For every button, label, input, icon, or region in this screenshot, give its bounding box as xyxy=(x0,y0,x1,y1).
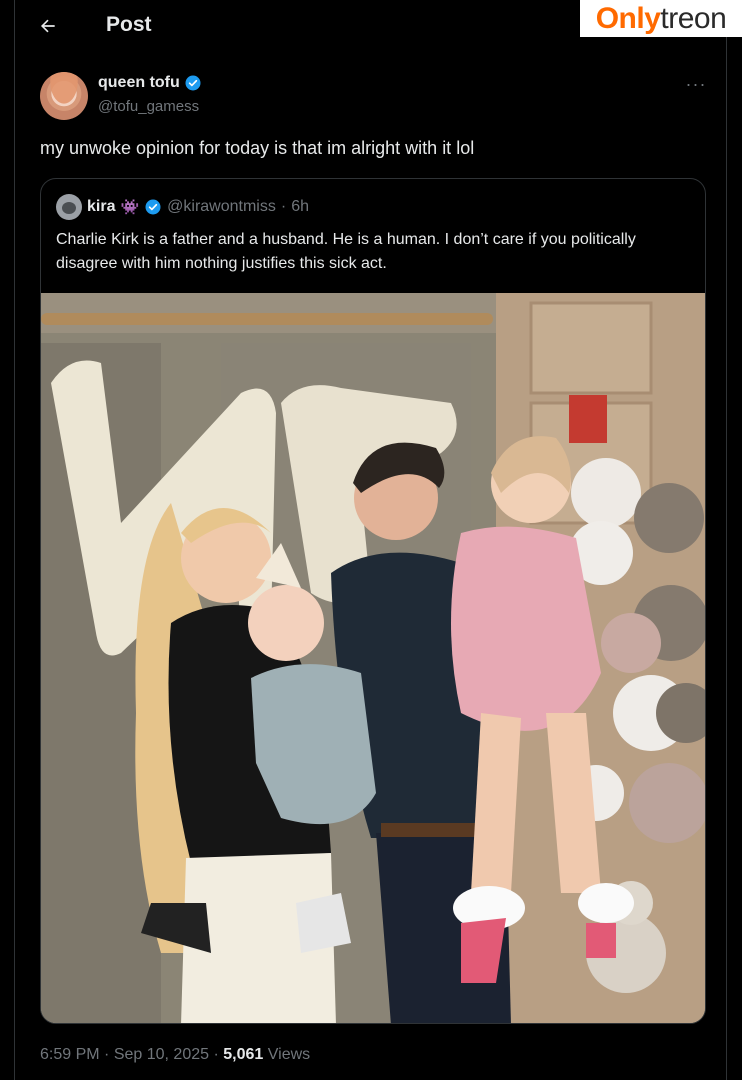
post-text: my unwoke opinion for today is that im a… xyxy=(40,138,475,158)
page-title: Post xyxy=(106,13,152,36)
author-name[interactable]: queen tofu xyxy=(98,74,180,92)
watermark-logo: Only treon xyxy=(580,0,742,37)
quoted-author-name[interactable]: kira xyxy=(87,198,115,216)
quoted-author-handle[interactable]: @kirawontmiss xyxy=(167,198,276,216)
more-options-icon[interactable]: ··· xyxy=(684,74,708,94)
right-border xyxy=(726,0,727,1080)
quoted-post[interactable]: kira 👾 @kirawontmiss · 6h Charlie Kirk i… xyxy=(40,178,706,1024)
post-author: queen tofu @tofu_gamess ··· xyxy=(40,70,705,122)
views-count[interactable]: 5,061 xyxy=(223,1046,263,1063)
quoted-separator: · xyxy=(280,198,287,215)
quoted-author-avatar[interactable] xyxy=(56,194,82,220)
back-button[interactable] xyxy=(28,8,68,44)
watermark-part-2: treon xyxy=(660,1,727,35)
family-photo-illustration xyxy=(41,293,705,1023)
post-meta: 6:59 PM · Sep 10, 2025 · 5,061 Views xyxy=(40,1046,310,1064)
verified-badge-icon xyxy=(185,75,201,91)
left-border xyxy=(14,0,15,1080)
author-avatar[interactable] xyxy=(40,72,88,120)
quoted-post-header: kira 👾 @kirawontmiss · 6h xyxy=(56,194,309,220)
verified-badge-icon xyxy=(145,199,161,215)
quoted-post-photo[interactable] xyxy=(41,293,705,1023)
meta-separator: · xyxy=(104,1046,110,1063)
author-handle[interactable]: @tofu_gamess xyxy=(98,98,199,115)
back-arrow-icon xyxy=(40,19,55,33)
quoted-post-time[interactable]: 6h xyxy=(291,198,309,216)
author-name-row[interactable]: queen tofu xyxy=(98,74,202,92)
quoted-author-emoji: 👾 xyxy=(120,199,140,216)
quoted-post-text: Charlie Kirk is a father and a husband. … xyxy=(56,231,636,272)
views-label: Views xyxy=(267,1046,311,1063)
meta-separator: · xyxy=(213,1046,219,1063)
watermark-part-1: Only xyxy=(595,1,661,35)
post-date[interactable]: Sep 10, 2025 xyxy=(114,1046,209,1063)
post-time[interactable]: 6:59 PM xyxy=(40,1046,100,1063)
